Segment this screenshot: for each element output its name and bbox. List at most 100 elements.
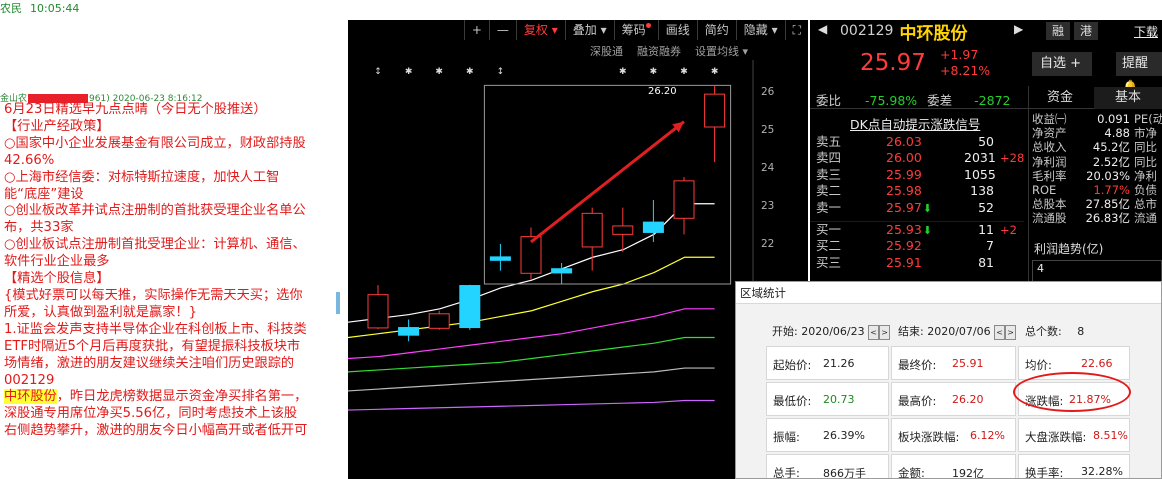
start-next-button[interactable]: > (879, 324, 891, 340)
fundamentals-value: 27.85亿 (1085, 197, 1130, 212)
subtab-sgt[interactable]: 深股通 (590, 43, 623, 59)
orderbook-row[interactable]: 买二 25.92 7 (816, 238, 1024, 254)
message-line: ○国家中小企业发展基金有限公司成立，财政部持股42.66% (4, 135, 306, 168)
fundamentals-label: 总股本 (1032, 197, 1067, 212)
orderbook-price: 26.03 (886, 134, 922, 150)
fundamentals-value: 45.2亿 (1092, 140, 1130, 155)
stat-label: 最终价: (898, 358, 937, 372)
chouma-label: 筹码 (621, 23, 646, 37)
orderbook-row[interactable]: 卖三 25.99 1055 (816, 167, 1024, 183)
orderbook-volume: 1055 (964, 166, 996, 182)
yincang-dropdown[interactable]: 隐藏 ▾ (735, 20, 785, 40)
orderbook-label: 买三 (816, 254, 842, 270)
fundamentals-row: 净利润 2.52亿 同比 (1032, 155, 1162, 169)
message-line-tail: 中环股份，昨日龙虎榜数据显示资金净买排名第一，深股通专用席位净买5.56亿，同时… (4, 389, 310, 440)
badge-group: 融港 (1042, 22, 1098, 40)
orderbook-row[interactable]: 买三 25.91 81 (816, 255, 1024, 271)
stat-label: 金额: (898, 466, 925, 479)
stat-cell: 起始价: 21.26 (766, 346, 889, 380)
stat-value: 21.26 (823, 357, 855, 370)
message-line: 6月23日精选早九点点晴（今日无个股推送） (4, 102, 267, 117)
last-price: 25.97 (860, 50, 926, 76)
marker-icon: ↕ (497, 67, 505, 77)
zoom-in-button[interactable]: + (463, 20, 489, 40)
fundamentals-label-2: 净利 (1134, 168, 1157, 183)
orderbook-price: 25.92 (886, 238, 922, 254)
dk-signal-link[interactable]: DK点自动提示涨跌信号 (850, 114, 980, 133)
end-label: 结束: (898, 325, 924, 338)
chouma-button[interactable]: 筹码 (613, 20, 658, 40)
orderbook-row[interactable]: 买一 25.93⬇ 11 +2 (816, 222, 1024, 238)
stat-label: 均价: (1025, 358, 1052, 372)
stat-value: 192亿 (952, 467, 984, 479)
subtab-rzrq[interactable]: 融资融券 (637, 43, 681, 59)
orderbook-row[interactable]: 卖二 25.98 138 (816, 183, 1024, 199)
fundamentals-label-2: 同比 (1134, 140, 1157, 155)
orderbook-row[interactable]: 卖一 25.97⬇ 52 (816, 200, 1024, 216)
stat-label: 振幅: (773, 430, 800, 444)
yincang-label: 隐藏 (743, 23, 768, 37)
end-next-button[interactable]: > (1005, 324, 1017, 340)
orderbook-volume: 52 (978, 199, 994, 215)
stat-value: 26.20 (952, 393, 984, 406)
prev-stock-icon[interactable]: ◀ (818, 22, 827, 36)
orderbook-price-value: 25.98 (886, 183, 922, 199)
alert-button[interactable]: 提醒 🔔 (1116, 52, 1162, 95)
stat-value: 6.12% (970, 429, 1005, 442)
start-date: 2020/06/23 (801, 325, 865, 338)
huaxian-button[interactable]: 画线 (657, 20, 697, 40)
stat-value: 25.91 (952, 357, 984, 370)
subtab-settings[interactable]: 设置均线 ▾ (695, 43, 748, 59)
orderbook-row[interactable]: 卖五 26.03 50 (816, 134, 1024, 150)
zoom-out-button[interactable]: — (488, 20, 516, 40)
add-watchlist-button[interactable]: 自选 + (1032, 52, 1092, 76)
stat-value: 32.28% (1081, 465, 1123, 478)
tab-zijin[interactable]: 资金 (1026, 87, 1094, 109)
stat-cell: 板块涨跌幅: 6.12% (891, 418, 1016, 452)
candle-body (367, 294, 389, 329)
orderbook-volume: 138 (970, 183, 994, 199)
fullscreen-icon[interactable]: ⛶ (784, 20, 808, 40)
tab-jiben[interactable]: 基本 (1094, 87, 1162, 109)
price-tick-label: 25 (761, 124, 775, 136)
stat-cell: 总手: 866万手 (766, 454, 889, 479)
stat-label: 最高价: (898, 394, 937, 408)
orderbook-price: 25.99 (886, 167, 922, 183)
fundamentals-label: 净利润 (1032, 154, 1067, 169)
gang-badge[interactable]: 港 (1074, 22, 1098, 40)
start-prev-button[interactable]: < (868, 324, 880, 340)
stat-value: 866万手 (823, 467, 866, 479)
fundamentals-label-2: 市净 (1134, 126, 1157, 141)
start-label: 开始: (772, 325, 798, 338)
orderbook-label: 买二 (816, 238, 842, 254)
fundamentals-row: 收益㈠ 0.091 PE(动 (1032, 112, 1162, 126)
fuquan-dropdown[interactable]: 复权 ▾ (515, 20, 565, 40)
stat-label: 大盘涨跌幅: (1025, 430, 1087, 444)
stat-label: 板块涨跌幅: (898, 430, 960, 444)
fundamentals-row: 毛利率 20.03% 净利 (1032, 169, 1162, 183)
candle-body (704, 93, 726, 128)
end-prev-button[interactable]: < (994, 324, 1006, 340)
jianyue-button[interactable]: 简约 (696, 20, 736, 40)
download-link[interactable]: 下载 (1134, 23, 1158, 40)
next-stock-icon[interactable]: ▶ (1014, 22, 1023, 36)
orderbook-price-value: 26.00 (886, 150, 922, 166)
fundamentals-label: 净资产 (1032, 126, 1067, 141)
fundamentals-value: 26.83亿 (1085, 211, 1130, 226)
orderbook-row[interactable]: 卖四 26.00 2031 +28 (816, 150, 1024, 166)
message-line: {模式好票可以每天推，实际操作无需天天买；选你所爱，认真做到盈利就是赢家！} (4, 287, 303, 320)
diejia-dropdown[interactable]: 叠加 ▾ (564, 20, 614, 40)
highlight-circle (1013, 372, 1131, 412)
candle-body (398, 327, 420, 336)
rong-badge[interactable]: 融 (1046, 22, 1070, 40)
stock-code: 002129 (840, 23, 894, 39)
scroll-marker[interactable] (336, 292, 340, 314)
orderbook-price: 26.00 (886, 150, 922, 166)
orderbook-volume: 2031 (964, 150, 996, 166)
profit-axis-value: 4 (1037, 262, 1044, 275)
stat-value: 8.51% (1093, 429, 1128, 442)
stock-name-highlight: 中环股份 (4, 389, 57, 405)
message-line: 【精选个股信息】 (4, 271, 110, 287)
orderbook-price-value: 25.93 (886, 221, 922, 237)
fundamentals-value: 2.52亿 (1092, 154, 1130, 169)
